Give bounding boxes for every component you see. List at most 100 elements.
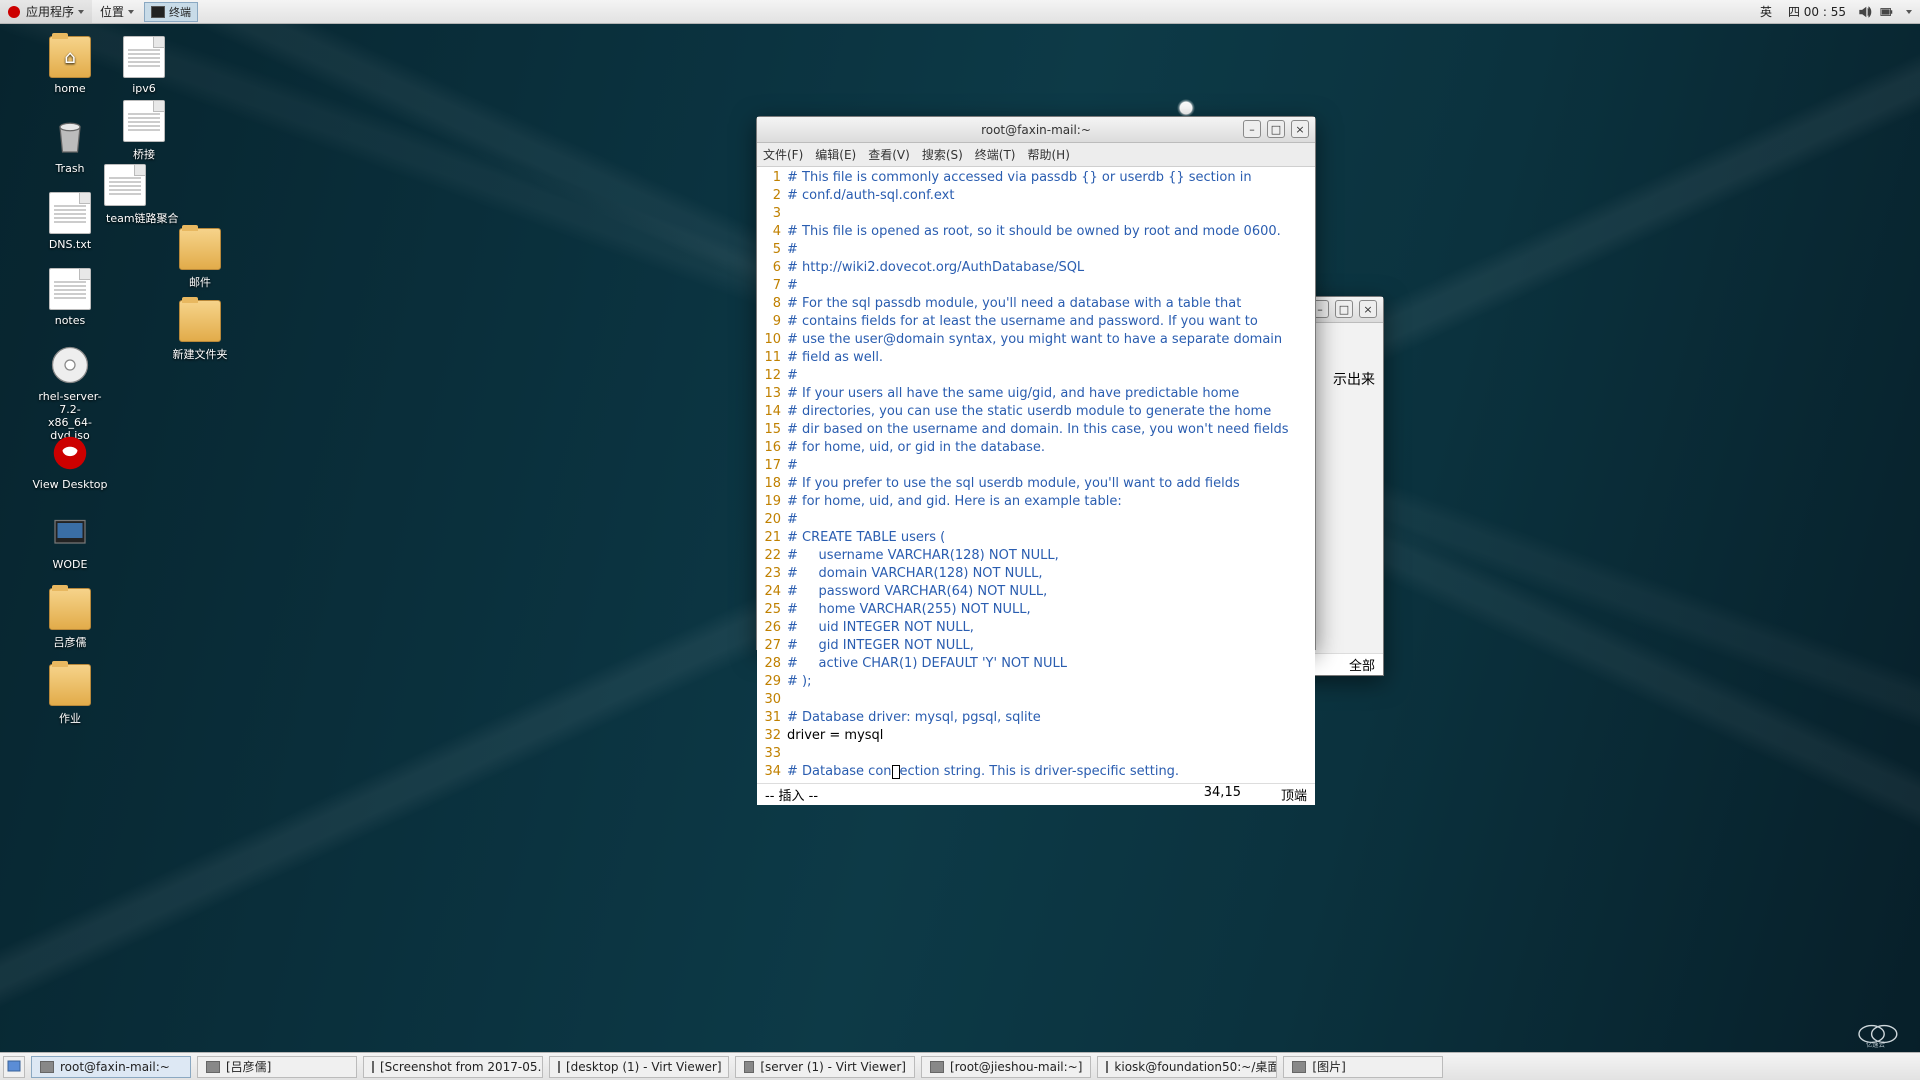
window-icon xyxy=(1106,1061,1108,1073)
menu-view[interactable]: 查看(V) xyxy=(868,146,910,163)
taskbar-item[interactable]: [吕彦儒] xyxy=(197,1056,357,1078)
menu-search[interactable]: 搜索(S) xyxy=(922,146,963,163)
menu-edit[interactable]: 编辑(E) xyxy=(815,146,856,163)
taskbar-item[interactable]: root@faxin-mail:~ xyxy=(31,1056,191,1078)
editor-line: 15# dir based on the username and domain… xyxy=(759,421,1309,439)
volume-icon[interactable] xyxy=(1858,5,1872,19)
editor-line: 4# This file is opened as root, so it sh… xyxy=(759,223,1309,241)
window-icon xyxy=(1292,1061,1306,1073)
editor-line: 5# xyxy=(759,241,1309,259)
taskbar-item-label: [图片] xyxy=(1312,1058,1345,1075)
top-panel: 应用程序 位置 终端 英 四 00 : 55 xyxy=(0,0,1920,24)
editor-line: 28# active CHAR(1) DEFAULT 'Y' NOT NULL xyxy=(759,655,1309,673)
editor-line: 21# CREATE TABLE users ( xyxy=(759,529,1309,547)
watermark-icon: 亿速云 xyxy=(1852,1020,1908,1048)
editor-line: 23# domain VARCHAR(128) NOT NULL, xyxy=(759,565,1309,583)
taskbar-item[interactable]: kiosk@foundation50:~/桌面 xyxy=(1097,1056,1277,1078)
taskbar-item[interactable]: [图片] xyxy=(1283,1056,1443,1078)
desktop-icon-newfolder[interactable]: 新建文件夹 xyxy=(160,300,240,362)
editor-line: 34# Database conection string. This is d… xyxy=(759,763,1309,781)
panel-task-terminal-label: 终端 xyxy=(169,4,191,20)
taskbar-item[interactable]: [root@jieshou-mail:~] xyxy=(921,1056,1091,1078)
editor-line: 20# xyxy=(759,511,1309,529)
taskbar-item-label: [root@jieshou-mail:~] xyxy=(950,1060,1082,1074)
editor-line: 12# xyxy=(759,367,1309,385)
battery-icon[interactable] xyxy=(1880,5,1894,19)
maximize-button[interactable]: □ xyxy=(1267,120,1285,138)
editor-line: 14# directories, you can use the static … xyxy=(759,403,1309,421)
taskbar-item[interactable]: [Screenshot from 2017-05… xyxy=(363,1056,543,1078)
bottom-panel: root@faxin-mail:~ [吕彦儒] [Screenshot from 2… xyxy=(0,1052,1920,1080)
desktop-icon-bridge[interactable]: 桥接 xyxy=(104,100,184,162)
desktop-icon-view-desktop[interactable]: View Desktop xyxy=(30,432,110,491)
vim-scroll: 顶端 xyxy=(1281,785,1307,804)
window-titlebar[interactable]: root@faxin-mail:~ – □ × xyxy=(757,117,1315,143)
editor-line: 19# for home, uid, and gid. Here is an e… xyxy=(759,493,1309,511)
editor-line: 9# contains fields for at least the user… xyxy=(759,313,1309,331)
close-button[interactable]: × xyxy=(1359,300,1377,318)
window-icon xyxy=(558,1061,560,1073)
taskbar-item[interactable]: [server (1) - Virt Viewer] xyxy=(735,1056,915,1078)
ime-indicator[interactable]: 英 xyxy=(1752,0,1780,23)
chevron-down-icon xyxy=(128,10,134,14)
desktop-icon-mail[interactable]: 邮件 xyxy=(160,228,240,290)
desktop-icon-wode[interactable]: WODE xyxy=(30,512,110,571)
user-menu[interactable] xyxy=(1898,0,1920,23)
terminal-icon xyxy=(151,6,165,18)
redhat-logo-icon xyxy=(8,6,20,18)
vim-scroll: 全部 xyxy=(1349,655,1375,674)
show-desktop-icon xyxy=(7,1060,21,1074)
desktop-icon-dns[interactable]: DNS.txt xyxy=(30,192,110,251)
chevron-down-icon xyxy=(1906,10,1912,14)
editor-line: 29# ); xyxy=(759,673,1309,691)
editor-line: 8# For the sql passdb module, you'll nee… xyxy=(759,295,1309,313)
desktop-icon-home[interactable]: ⌂home xyxy=(30,36,110,95)
desktop-icon-notes[interactable]: notes xyxy=(30,268,110,327)
desktop-icon-homework[interactable]: 作业 xyxy=(30,664,110,726)
menu-applications[interactable]: 应用程序 xyxy=(0,0,92,23)
panel-task-terminal[interactable]: 终端 xyxy=(144,2,198,22)
window-icon xyxy=(372,1061,374,1073)
desktop-icon-lvyanru[interactable]: 吕彦儒 xyxy=(30,588,110,650)
editor-line: 11# field as well. xyxy=(759,349,1309,367)
editor-line: 7# xyxy=(759,277,1309,295)
vim-mode: -- 插入 -- xyxy=(765,785,818,804)
taskbar-item[interactable]: [desktop (1) - Virt Viewer] xyxy=(549,1056,729,1078)
editor-line: 13# If your users all have the same uig/… xyxy=(759,385,1309,403)
desktop-icon-trash[interactable]: Trash xyxy=(30,116,110,175)
editor-line: 31# Database driver: mysql, pgsql, sqlit… xyxy=(759,709,1309,727)
minimize-button[interactable]: – xyxy=(1243,120,1261,138)
taskbar-item-label: [server (1) - Virt Viewer] xyxy=(760,1060,906,1074)
desktop-icon-ipv6[interactable]: ipv6 xyxy=(104,36,184,95)
desktop-icon-iso[interactable]: rhel-server-7.2- x86_64-dvd.iso xyxy=(30,344,110,442)
menu-terminal[interactable]: 终端(T) xyxy=(975,146,1016,163)
editor-line: 3 xyxy=(759,205,1309,223)
editor-line: 27# gid INTEGER NOT NULL, xyxy=(759,637,1309,655)
editor-line: 6# http://wiki2.dovecot.org/AuthDatabase… xyxy=(759,259,1309,277)
window-menubar: 文件(F) 编辑(E) 查看(V) 搜索(S) 终端(T) 帮助(H) xyxy=(757,143,1315,167)
editor-line: 17# xyxy=(759,457,1309,475)
window-icon xyxy=(206,1061,220,1073)
editor-line: 22# username VARCHAR(128) NOT NULL, xyxy=(759,547,1309,565)
editor-area[interactable]: 1# This file is commonly accessed via pa… xyxy=(757,167,1315,783)
editor-line: 32driver = mysql xyxy=(759,727,1309,745)
menu-help[interactable]: 帮助(H) xyxy=(1028,146,1070,163)
close-button[interactable]: × xyxy=(1291,120,1309,138)
desktop-icon-teamlink[interactable]: team链路聚合 xyxy=(104,164,224,226)
maximize-button[interactable]: □ xyxy=(1335,300,1353,318)
editor-line: 25# home VARCHAR(255) NOT NULL, xyxy=(759,601,1309,619)
taskbar-item-label: root@faxin-mail:~ xyxy=(60,1060,170,1074)
editor-line: 2# conf.d/auth-sql.conf.ext xyxy=(759,187,1309,205)
show-desktop-button[interactable] xyxy=(3,1056,25,1078)
editor-line: 16# for home, uid, or gid in the databas… xyxy=(759,439,1309,457)
editor-line: 30 xyxy=(759,691,1309,709)
clock[interactable]: 四 00 : 55 xyxy=(1780,0,1854,23)
window-icon xyxy=(744,1061,754,1073)
editor-line: 26# uid INTEGER NOT NULL, xyxy=(759,619,1309,637)
menu-file[interactable]: 文件(F) xyxy=(763,146,803,163)
menu-places[interactable]: 位置 xyxy=(92,0,142,23)
vim-cursor-pos: 34,15 xyxy=(1204,785,1241,804)
window-icon xyxy=(40,1061,54,1073)
editor-line: 18# If you prefer to use the sql userdb … xyxy=(759,475,1309,493)
terminal-window-front[interactable]: root@faxin-mail:~ – □ × 文件(F) 编辑(E) 查看(V… xyxy=(756,116,1316,650)
